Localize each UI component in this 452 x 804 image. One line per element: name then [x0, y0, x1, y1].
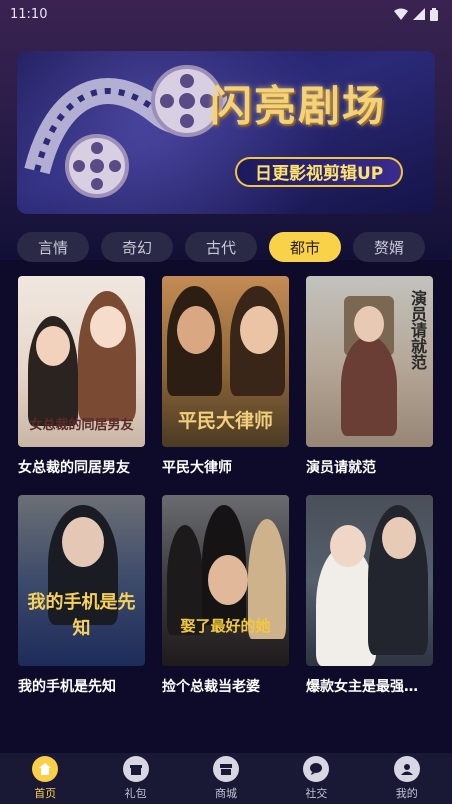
nav-shop[interactable]: 商城 [194, 756, 258, 801]
drama-poster[interactable]: 演员请就范 [306, 276, 433, 447]
shop-icon [212, 756, 239, 782]
drama-title: 捡个总裁当老婆 [162, 679, 260, 695]
poster-caption: 平民大律师 [177, 410, 273, 432]
drama-card[interactable]: 演员请就范 演员请就范 [306, 276, 433, 477]
wifi-icon [394, 8, 408, 20]
poster-caption: 我的手机是先知 [27, 592, 136, 639]
chat-icon [303, 756, 330, 782]
poster-caption: 演员请就范 [408, 290, 427, 370]
tab-qihuan[interactable]: 奇幻 [101, 232, 173, 262]
nav-chat[interactable]: 社交 [284, 756, 348, 801]
tab-zhuixu[interactable]: 赘婿 [353, 232, 425, 262]
drama-title: 我的手机是先知 [18, 679, 116, 695]
signal-icon [413, 8, 425, 20]
drama-card[interactable]: 爆款女主是最强… [306, 495, 433, 696]
drama-grid: 女总裁的同居男友 女总裁的同居男友 平民大律师 平民大律师 演员请就范 演员请就… [18, 276, 434, 696]
bottom-nav: 首页 礼包 商城 社交 我的 [0, 753, 452, 804]
poster-caption: 女总裁的同居男友 [29, 418, 134, 433]
drama-card[interactable]: 女总裁的同居男友 女总裁的同居男友 [18, 276, 145, 477]
drama-poster[interactable]: 娶了最好的她 [162, 495, 289, 666]
home-icon [32, 756, 59, 782]
nav-profile[interactable]: 我的 [375, 756, 439, 801]
status-bar: 11:10 [0, 0, 452, 28]
nav-home[interactable]: 首页 [13, 756, 77, 801]
status-time: 11:10 [10, 6, 48, 22]
drama-title: 演员请就范 [306, 460, 376, 476]
gift-icon [122, 756, 149, 782]
drama-poster[interactable] [306, 495, 433, 666]
drama-card[interactable]: 平民大律师 平民大律师 [162, 276, 289, 477]
drama-poster[interactable]: 平民大律师 [162, 276, 289, 447]
drama-title: 女总裁的同居男友 [18, 460, 130, 476]
poster-caption: 娶了最好的她 [180, 617, 271, 635]
drama-title: 平民大律师 [162, 460, 232, 476]
category-tabs: 言情 奇幻 古代 都市 赘婿 [17, 232, 437, 262]
film-reel-icon [24, 65, 227, 198]
tab-gudai[interactable]: 古代 [185, 232, 257, 262]
drama-title: 爆款女主是最强… [306, 679, 418, 695]
tab-yanqing[interactable]: 言情 [17, 232, 89, 262]
drama-card[interactable]: 娶了最好的她 捡个总裁当老婆 [162, 495, 289, 696]
banner-title: 闪亮剧场 [210, 81, 387, 131]
banner-subtitle: 日更影视剪辑UP [235, 157, 404, 187]
drama-card[interactable]: 我的手机是先知 我的手机是先知 [18, 495, 145, 696]
tab-dushi[interactable]: 都市 [269, 232, 341, 262]
drama-poster[interactable]: 我的手机是先知 [18, 495, 145, 666]
profile-icon [393, 756, 420, 782]
nav-gift[interactable]: 礼包 [104, 756, 168, 801]
battery-icon [430, 7, 438, 21]
drama-poster[interactable]: 女总裁的同居男友 [18, 276, 145, 447]
